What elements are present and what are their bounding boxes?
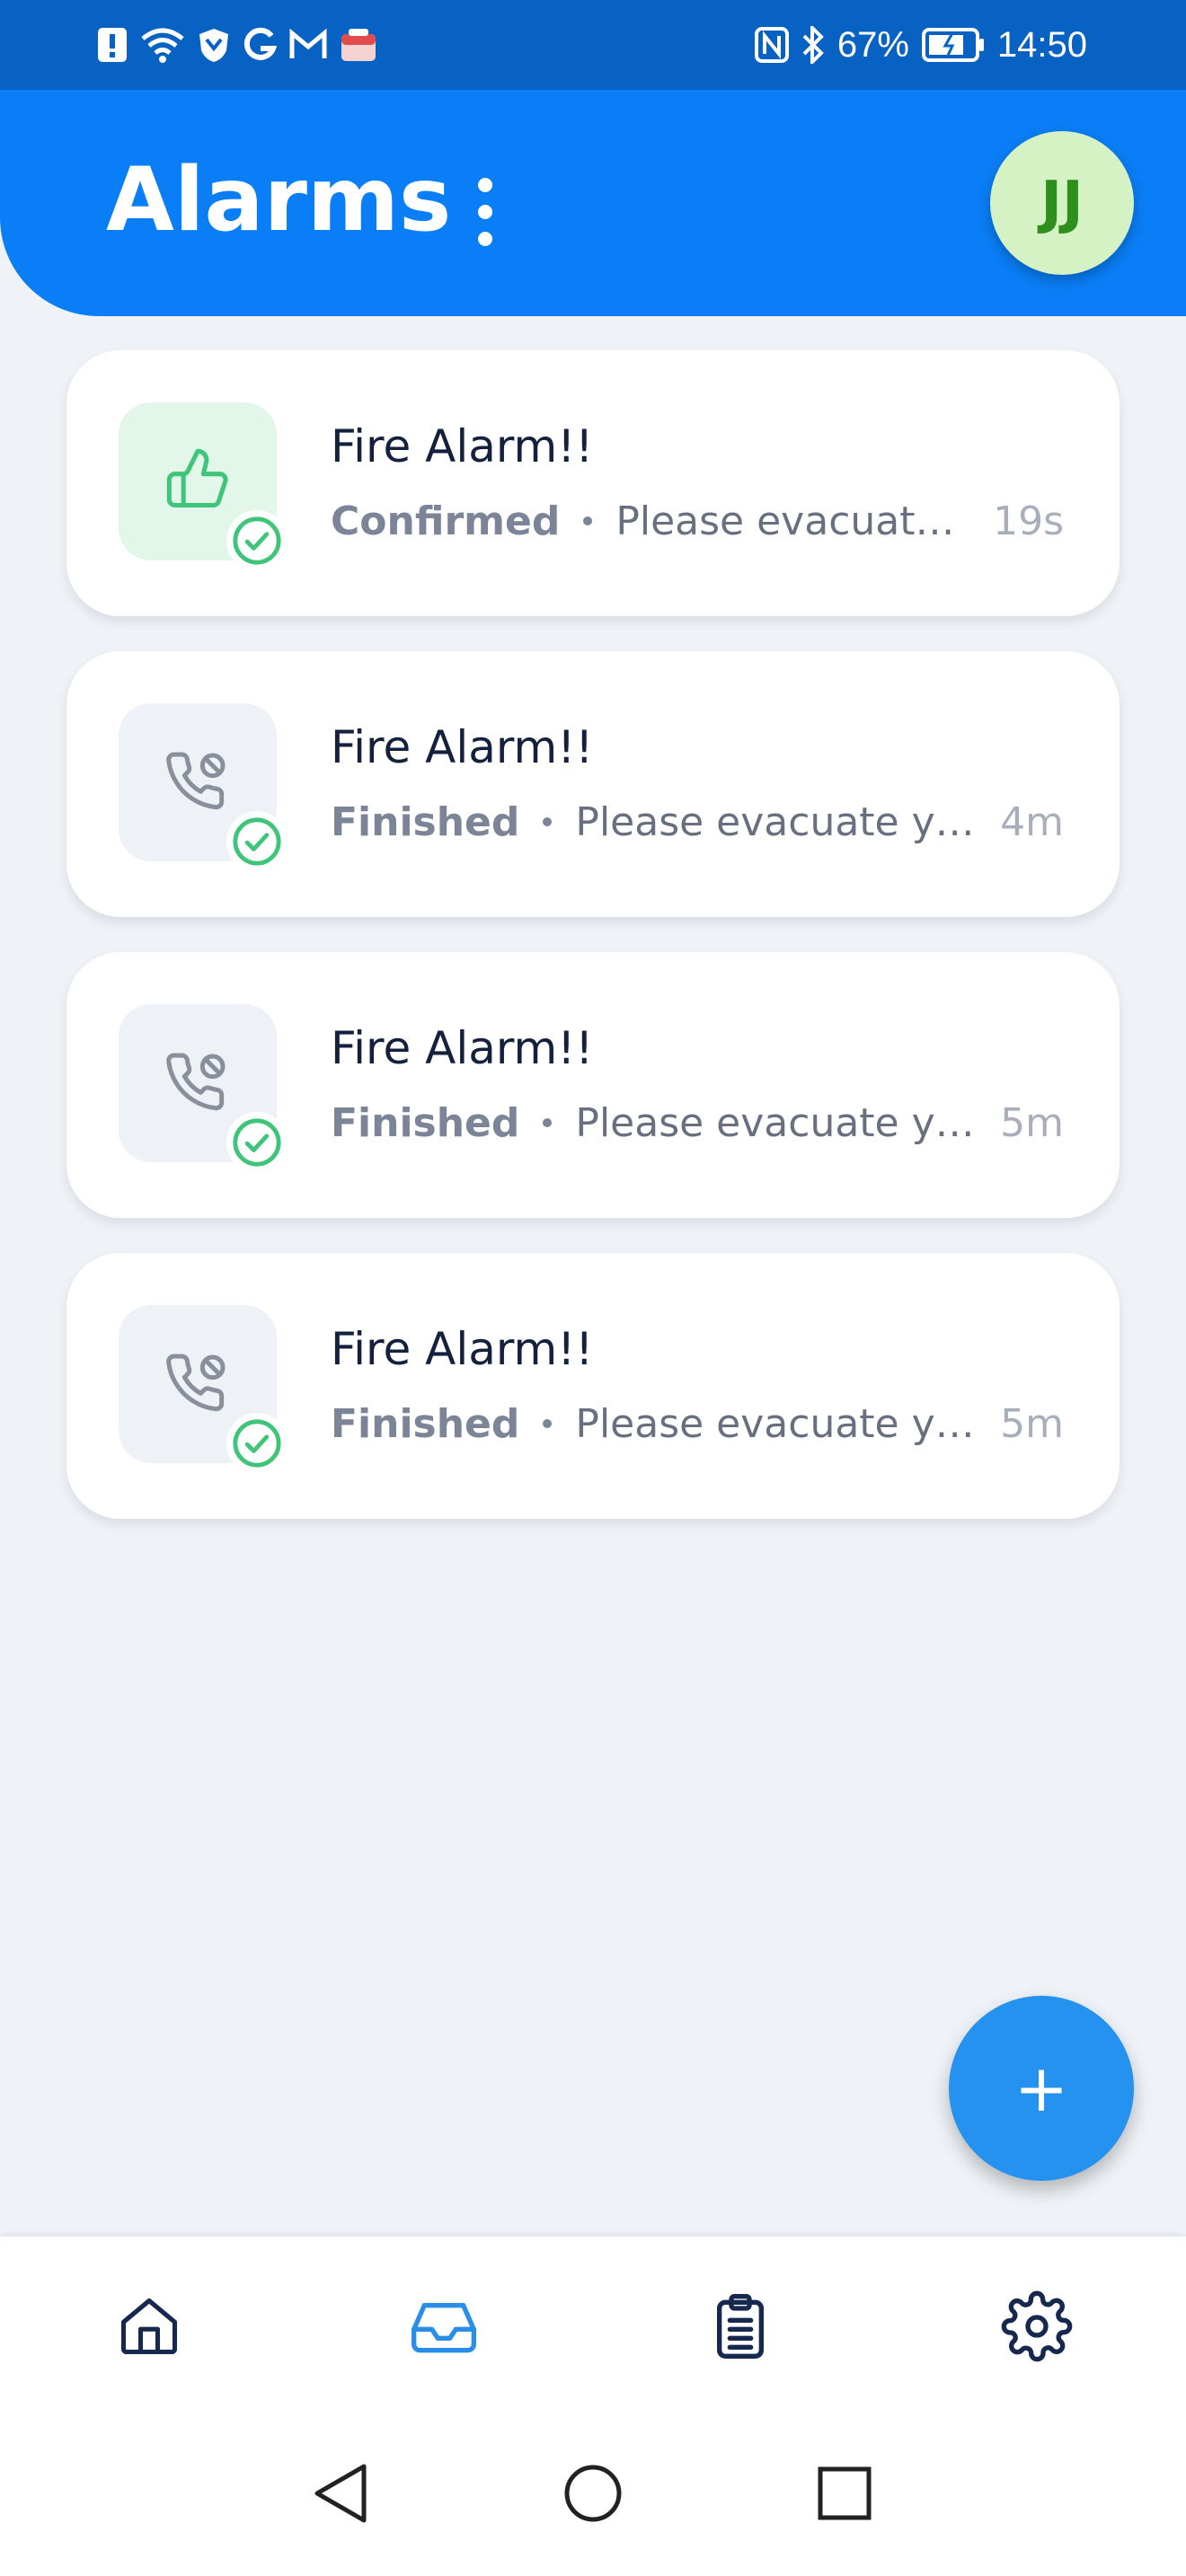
alarm-subtitle: Confirmed Please evacuate you Building 1… xyxy=(331,492,1064,550)
battery-percent: 67% xyxy=(836,24,909,65)
nav-settings[interactable] xyxy=(996,2287,1078,2369)
alarm-subtitle: Finished Please evacuate you Building 4m xyxy=(331,793,1064,851)
page-title: Alarms xyxy=(106,149,452,251)
inbox-icon xyxy=(408,2290,480,2366)
nav-home[interactable] xyxy=(108,2287,190,2369)
alarm-card[interactable]: Fire Alarm!! Confirmed Please evacuate y… xyxy=(66,350,1120,616)
alarm-subtitle: Finished Please evacuate you Building 5m xyxy=(331,1094,1064,1151)
alarm-title: Fire Alarm!! xyxy=(331,1323,594,1375)
bluetooth-icon xyxy=(801,26,825,64)
separator-dot xyxy=(543,817,553,826)
alarm-message: Please evacuate you Building xyxy=(575,798,983,845)
nav-inbox[interactable] xyxy=(403,2287,485,2369)
alarm-message: Please evacuate you Building xyxy=(615,498,976,544)
alarm-message: Please evacuate you Building xyxy=(575,1400,983,1447)
app-icon xyxy=(340,27,377,63)
battery-icon xyxy=(921,28,985,62)
avatar[interactable]: JJ xyxy=(990,131,1134,275)
back-button[interactable] xyxy=(304,2459,376,2531)
app-header: Alarms JJ xyxy=(0,90,1186,316)
google-icon xyxy=(243,27,277,63)
phone-off-icon xyxy=(162,1045,234,1121)
alarm-time: 19s xyxy=(993,498,1064,544)
phone-off-icon xyxy=(162,1346,234,1422)
gmail-icon xyxy=(289,29,327,61)
nfc-icon xyxy=(754,27,789,63)
alarm-time: 4m xyxy=(1000,798,1064,845)
alarm-card[interactable]: Fire Alarm!! Finished Please evacuate yo… xyxy=(66,651,1120,917)
nav-reports[interactable] xyxy=(699,2287,782,2369)
alarm-status: Finished xyxy=(331,1099,520,1146)
separator-dot xyxy=(583,516,593,525)
system-nav-bar xyxy=(0,2414,1186,2576)
home-button[interactable] xyxy=(557,2459,629,2531)
alarm-title: Fire Alarm!! xyxy=(331,1022,594,1074)
status-bar: 67% 14:50 xyxy=(0,0,1186,90)
separator-dot xyxy=(543,1419,553,1428)
check-circle-icon xyxy=(226,1112,288,1173)
add-alarm-button[interactable]: + xyxy=(949,1996,1134,2181)
alarm-card[interactable]: Fire Alarm!! Finished Please evacuate yo… xyxy=(66,952,1120,1218)
recents-button[interactable] xyxy=(809,2459,881,2531)
alarm-time: 5m xyxy=(1000,1099,1064,1146)
alarm-message: Please evacuate you Building xyxy=(575,1099,983,1146)
recents-square-icon xyxy=(817,2466,872,2525)
wifi-icon xyxy=(140,27,185,63)
clock: 14:50 xyxy=(996,24,1087,65)
back-triangle-icon xyxy=(310,2462,369,2528)
more-options-icon[interactable] xyxy=(467,178,503,246)
check-circle-icon xyxy=(226,510,288,571)
alarm-time: 5m xyxy=(1000,1400,1064,1447)
alarm-title: Fire Alarm!! xyxy=(331,721,594,773)
alarm-subtitle: Finished Please evacuate you Building 5m xyxy=(331,1395,1064,1452)
alert-icon xyxy=(97,27,128,63)
alarm-title: Fire Alarm!! xyxy=(331,420,594,472)
separator-dot xyxy=(543,1118,553,1127)
thumbs-up-icon xyxy=(164,446,232,517)
bottom-nav xyxy=(0,2236,1186,2414)
alarm-status: Confirmed xyxy=(331,498,561,544)
alarm-card[interactable]: Fire Alarm!! Finished Please evacuate yo… xyxy=(66,1253,1120,1519)
home-circle-icon xyxy=(562,2462,624,2528)
phone-off-icon xyxy=(162,745,234,820)
clipboard-icon xyxy=(704,2290,776,2366)
status-bar-left xyxy=(97,22,377,68)
plus-icon: + xyxy=(1013,2051,1069,2126)
shield-icon xyxy=(198,27,230,63)
alarm-status: Finished xyxy=(331,798,520,845)
alarm-status: Finished xyxy=(331,1400,520,1447)
settings-icon xyxy=(1001,2290,1073,2366)
check-circle-icon xyxy=(226,1413,288,1474)
status-bar-right: 67% 14:50 xyxy=(754,22,1087,68)
check-circle-icon xyxy=(226,811,288,872)
home-icon xyxy=(115,2292,183,2364)
